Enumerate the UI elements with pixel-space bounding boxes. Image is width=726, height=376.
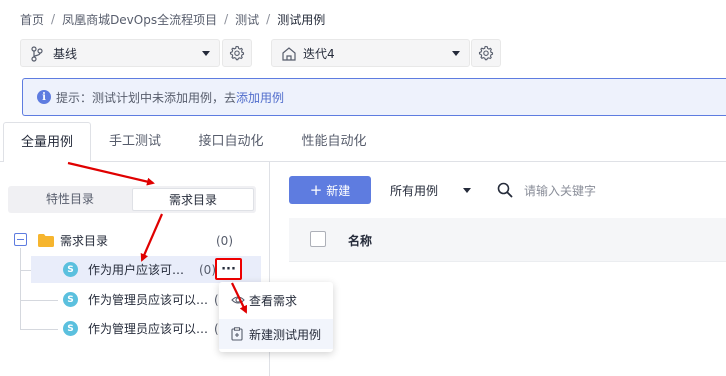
view-requirement-menu-item[interactable]: 查看需求 — [219, 285, 333, 315]
branch-select-value: 基线 — [53, 46, 78, 61]
iteration-select[interactable]: 迭代4 — [271, 39, 470, 67]
gear-icon — [478, 45, 494, 61]
breadcrumb-separator: / — [266, 12, 271, 26]
tree-item-count: ( — [214, 321, 219, 336]
tree-item[interactable]: S 作为管理员应该可以… ( — [31, 286, 221, 313]
eye-icon — [231, 296, 245, 304]
chevron-down-icon — [202, 51, 210, 56]
collapse-toggle-icon[interactable] — [14, 233, 27, 246]
breadcrumb-test[interactable]: 测试 — [235, 11, 259, 28]
tree-root-label: 需求目录 — [60, 234, 109, 248]
new-test-case-label: 新建测试用例 — [249, 327, 322, 342]
branch-icon — [31, 46, 43, 62]
story-badge-icon: S — [63, 292, 78, 307]
tree-item[interactable]: S 作为管理员应该可以… ( — [31, 315, 221, 342]
tab-all-cases[interactable]: 全量用例 — [3, 122, 91, 163]
info-text: 提示：测试计划中未添加用例，去 — [56, 90, 237, 105]
new-case-button-label: 新建 — [326, 183, 351, 198]
story-badge-icon: S — [63, 321, 78, 336]
iteration-icon — [282, 47, 296, 61]
more-actions-button[interactable]: ··· — [215, 258, 242, 280]
tree-item-count: ( — [214, 292, 219, 307]
context-menu: 查看需求 新建测试用例 — [219, 282, 333, 352]
case-filter-select[interactable]: 所有用例 — [390, 176, 438, 204]
tree-item-label: 作为管理员应该可以… — [88, 293, 209, 307]
story-badge-icon: S — [63, 262, 78, 277]
breadcrumb-home[interactable]: 首页 — [20, 11, 44, 28]
search-input[interactable]: 请输入关键字 — [497, 176, 596, 204]
directory-type-switch: 特性目录 需求目录 — [8, 186, 256, 213]
breadcrumb-project[interactable]: 凤凰商城DevOps全流程项目 — [62, 11, 217, 28]
tree-root-requirement-directory[interactable]: 需求目录 (0) — [38, 227, 260, 254]
breadcrumb-current: 测试用例 — [277, 12, 326, 27]
feature-directory-option[interactable]: 特性目录 — [10, 188, 130, 211]
info-bar: i 提示：测试计划中未添加用例，去 添加用例 — [22, 78, 726, 116]
new-test-case-menu-item[interactable]: 新建测试用例 — [219, 319, 333, 349]
breadcrumb: 首页 / 凤凰商城DevOps全流程项目 / 测试 / 测试用例 — [20, 10, 325, 28]
add-case-link[interactable]: 添加用例 — [236, 89, 284, 106]
gear-icon — [229, 45, 245, 61]
search-placeholder: 请输入关键字 — [524, 183, 597, 198]
search-icon — [497, 182, 513, 198]
tree-item-count: (0) — [199, 262, 216, 277]
plus-icon: + — [309, 180, 323, 199]
tab-api-automation[interactable]: 接口自动化 — [181, 122, 281, 162]
folder-icon — [38, 234, 54, 247]
tree-guide-line — [20, 248, 21, 330]
tab-performance-automation[interactable]: 性能自动化 — [284, 122, 384, 162]
column-header-name[interactable]: 名称 — [348, 232, 372, 249]
requirement-directory-option[interactable]: 需求目录 — [132, 188, 254, 211]
tab-manual-test[interactable]: 手工测试 — [91, 122, 179, 162]
tree-item-label: 作为管理员应该可以… — [88, 322, 209, 336]
breadcrumb-separator: / — [224, 12, 229, 26]
iteration-settings-button[interactable] — [471, 39, 501, 67]
new-case-button[interactable]: + 新建 — [289, 176, 371, 204]
chevron-down-icon — [452, 51, 460, 56]
add-case-icon — [231, 327, 243, 341]
case-filter-value: 所有用例 — [390, 183, 439, 198]
tree-item-label: 作为用户应该可… — [88, 263, 185, 277]
info-icon: i — [37, 90, 51, 104]
view-requirement-label: 查看需求 — [249, 293, 298, 308]
chevron-down-icon[interactable] — [463, 188, 471, 193]
breadcrumb-separator: / — [51, 12, 56, 26]
iteration-select-value: 迭代4 — [303, 46, 335, 61]
tree-root-count: (0) — [216, 233, 233, 248]
branch-settings-button[interactable] — [222, 39, 252, 67]
select-all-checkbox[interactable] — [310, 231, 326, 247]
tab-bar: 全量用例 手工测试 接口自动化 性能自动化 — [0, 122, 726, 163]
branch-select[interactable]: 基线 — [20, 39, 220, 67]
